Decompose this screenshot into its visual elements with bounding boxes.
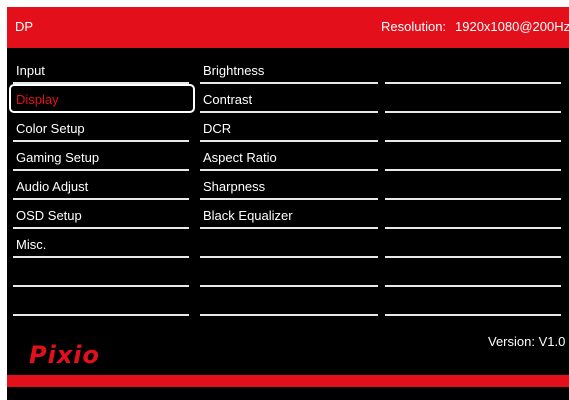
- selection-highlight: [9, 84, 195, 113]
- pixio-logo: Pixio: [29, 341, 101, 369]
- menu-divider: [13, 256, 189, 258]
- menu-divider: [13, 169, 189, 171]
- menu-divider: [385, 227, 561, 229]
- menu-divider: [200, 140, 378, 142]
- sub-menu-item-label: Aspect Ratio: [203, 150, 277, 165]
- menu-divider: [200, 314, 378, 316]
- sub-menu-item-label: Contrast: [203, 92, 253, 107]
- footer-accent-bar: [7, 375, 569, 387]
- main-menu-item-label: Misc.: [16, 237, 47, 252]
- menu-divider: [13, 285, 189, 287]
- menu-divider: [385, 314, 561, 316]
- menu-divider: [200, 285, 378, 287]
- sub-menu-item-label: Brightness: [203, 63, 265, 78]
- menu-divider: [200, 256, 378, 258]
- menu-divider: [13, 198, 189, 200]
- main-menu-item-label: Gaming Setup: [16, 150, 100, 165]
- firmware-version: Version: V1.0: [488, 334, 566, 349]
- osd-menu: DP Resolution: 1920x1080@200Hz Input Dis…: [7, 7, 569, 400]
- menu-divider: [13, 227, 189, 229]
- menu-divider: [13, 140, 189, 142]
- menu-divider: [385, 82, 561, 84]
- current-input-label: DP: [15, 19, 34, 34]
- menu-divider: [200, 198, 378, 200]
- menu-divider: [200, 227, 378, 229]
- resolution-label: Resolution:: [381, 19, 447, 34]
- menu-divider: [200, 169, 378, 171]
- sub-menu-item-label: DCR: [203, 121, 232, 136]
- osd-header: DP Resolution: 1920x1080@200Hz: [7, 7, 569, 48]
- menu-divider: [385, 111, 561, 113]
- sub-menu-item-label: Black Equalizer: [203, 208, 293, 223]
- menu-divider: [385, 256, 561, 258]
- menu-divider: [385, 169, 561, 171]
- menu-divider: [385, 285, 561, 287]
- main-menu-item-label: Audio Adjust: [16, 179, 89, 194]
- main-menu-item-label: Color Setup: [16, 121, 85, 136]
- sub-menu-item-label: Sharpness: [203, 179, 266, 194]
- menu-divider: [13, 314, 189, 316]
- menu-divider: [385, 198, 561, 200]
- main-menu-item-label: OSD Setup: [16, 208, 82, 223]
- main-menu-item-label: Input: [16, 63, 45, 78]
- menu-divider: [200, 82, 378, 84]
- menu-divider: [200, 111, 378, 113]
- menu-divider: [385, 140, 561, 142]
- resolution-value: 1920x1080@200Hz: [455, 19, 569, 34]
